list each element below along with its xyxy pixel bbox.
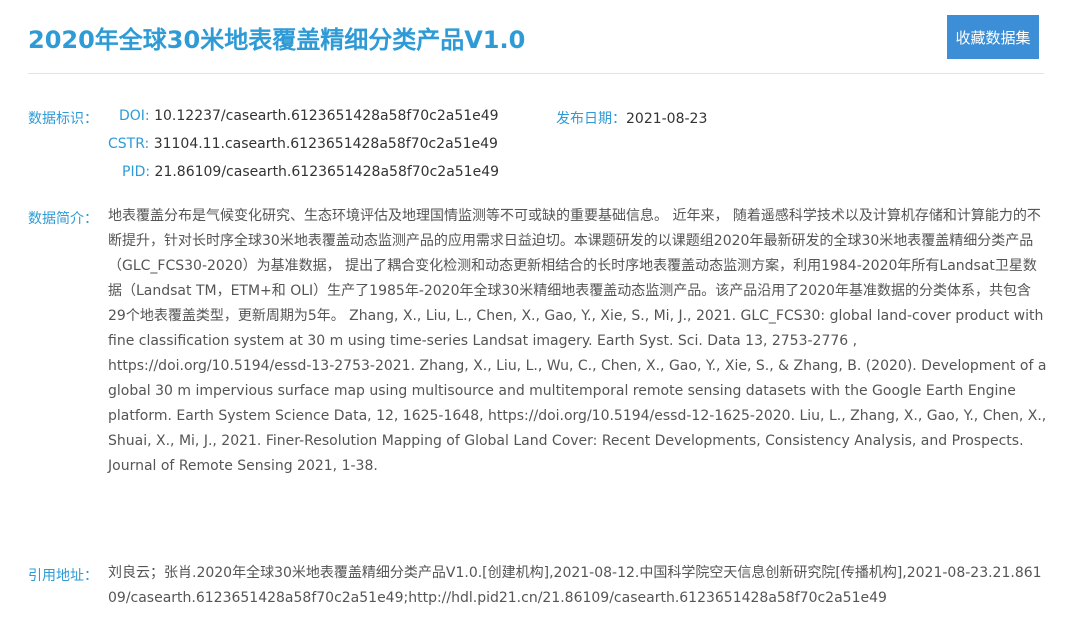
publish-date-key: 发布日期： <box>556 111 626 127</box>
page-title: 2020年全球30米地表覆盖精细分类产品V1.0 <box>28 26 526 54</box>
citation-text: 刘良云；张肖.2020年全球30米地表覆盖精细分类产品V1.0.[创建机构],2… <box>108 565 1042 606</box>
cstr-line: CSTR: 31104.11.casearth.6123651428a58f70… <box>108 136 498 152</box>
pid-line: PID: 21.86109/casearth.6123651428a58f70c… <box>122 164 499 180</box>
header-divider <box>28 73 1044 74</box>
cstr-key: CSTR: <box>108 136 150 152</box>
doi-key: DOI: <box>119 108 150 124</box>
doi-value[interactable]: 10.12237/casearth.6123651428a58f70c2a51e… <box>154 108 498 124</box>
pid-value[interactable]: 21.86109/casearth.6123651428a58f70c2a51e… <box>155 164 499 180</box>
abstract-text: 地表覆盖分布是气候变化研究、生态环境评估及地理国情监测等不可或缺的重要基础信息。… <box>108 208 1047 474</box>
favorite-dataset-button[interactable]: 收藏数据集 <box>947 15 1039 59</box>
publish-date-line: 发布日期：2021-08-23 <box>556 108 707 128</box>
cstr-value[interactable]: 31104.11.casearth.6123651428a58f70c2a51e… <box>154 136 498 152</box>
citation-label: 引用地址： <box>28 568 98 584</box>
pid-key: PID: <box>122 164 151 180</box>
doi-line: DOI: 10.12237/casearth.6123651428a58f70c… <box>119 108 499 124</box>
publish-date-value: 2021-08-23 <box>626 111 708 127</box>
abstract-label: 数据简介： <box>28 211 98 227</box>
identifiers-label: 数据标识： <box>28 111 98 127</box>
